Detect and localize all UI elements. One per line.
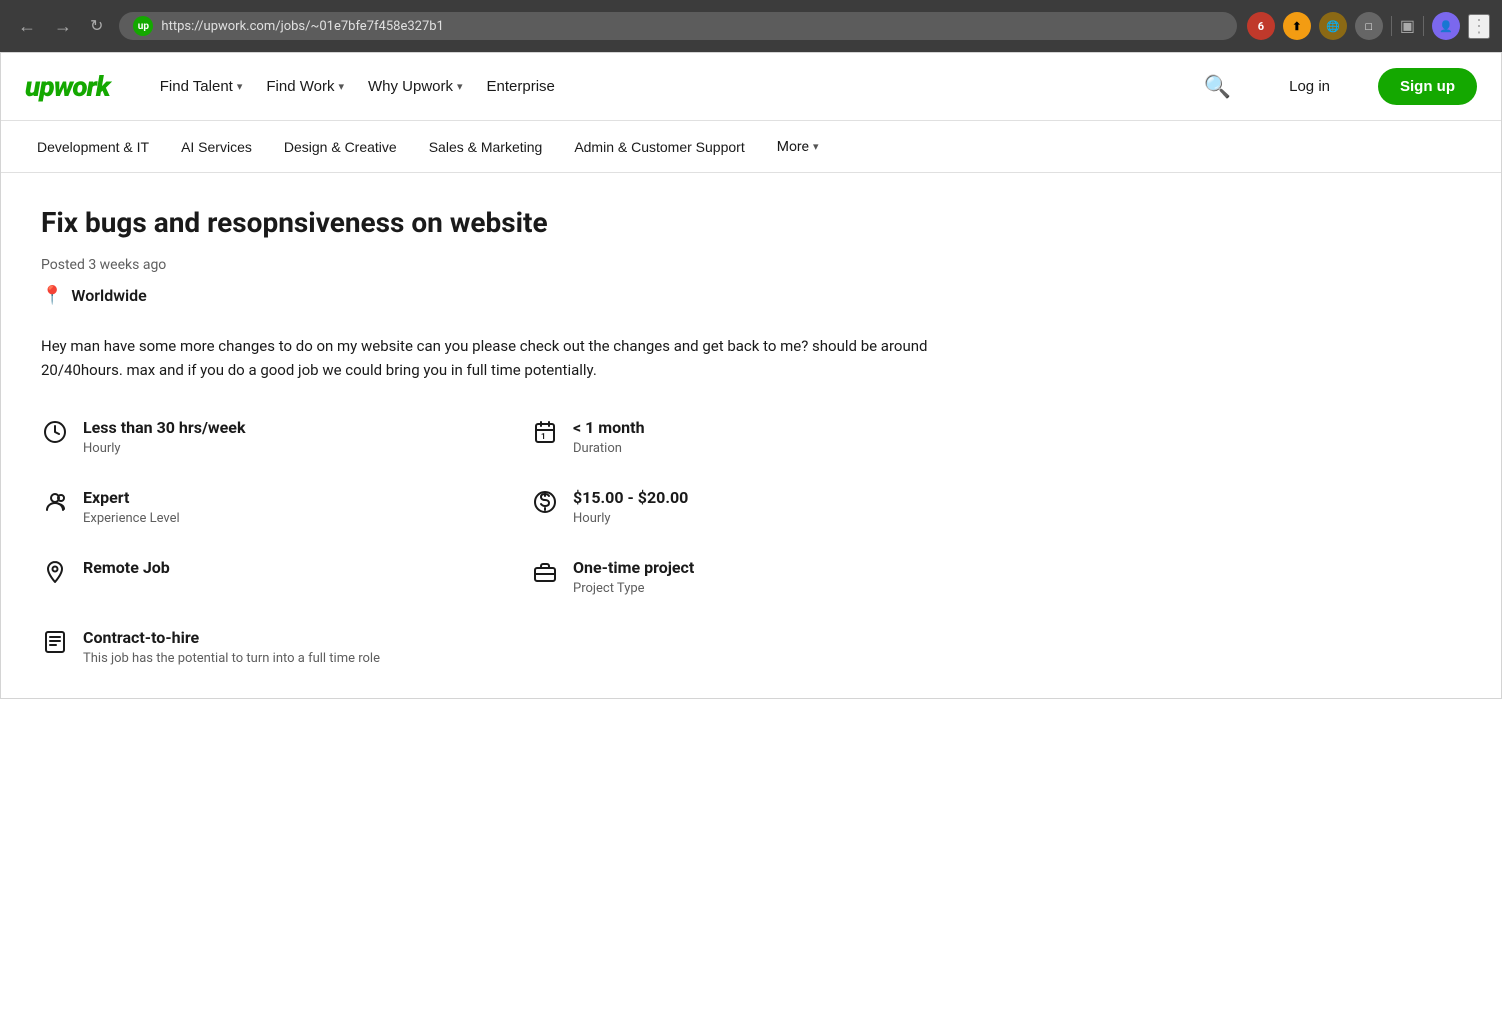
job-details-grid: Less than 30 hrs/week Hourly 1 < 1 m	[41, 418, 941, 665]
job-content: Fix bugs and resopnsiveness on website P…	[1, 173, 1301, 698]
detail-project-type-content: One-time project Project Type	[573, 558, 694, 596]
find-work-chevron: ▾	[338, 80, 344, 93]
expert-icon	[41, 490, 69, 520]
money-icon	[531, 490, 559, 520]
category-more[interactable]: More ▾	[765, 133, 831, 161]
detail-remote-content: Remote Job	[83, 558, 170, 579]
why-upwork-nav[interactable]: Why Upwork ▾	[358, 72, 473, 101]
nav-links: Find Talent ▾ Find Work ▾ Why Upwork ▾ E…	[150, 72, 565, 101]
browser-extensions: 6 ⬆ 🌐 □ ▣ 👤 ⋮	[1247, 12, 1490, 40]
calendar-icon: 1	[531, 420, 559, 450]
detail-duration-sub: Duration	[573, 441, 645, 456]
detail-contract-main: Contract-to-hire	[83, 628, 380, 649]
signup-button[interactable]: Sign up	[1378, 68, 1477, 105]
detail-hours: Less than 30 hrs/week Hourly	[41, 418, 451, 456]
profile-avatar[interactable]: 👤	[1432, 12, 1460, 40]
clock-icon	[41, 420, 69, 450]
address-bar[interactable]: up https://upwork.com/jobs/~01e7bfe7f458…	[119, 12, 1236, 40]
svg-text:1: 1	[541, 432, 546, 441]
category-bar: Development & IT AI Services Design & Cr…	[1, 121, 1501, 173]
login-button[interactable]: Log in	[1273, 70, 1346, 103]
browser-nav-buttons: ← → ↻	[12, 14, 109, 39]
why-upwork-chevron: ▾	[457, 80, 463, 93]
detail-experience-sub: Experience Level	[83, 511, 180, 526]
site-badge: up	[133, 16, 153, 36]
more-chevron: ▾	[813, 140, 819, 153]
category-admin-support[interactable]: Admin & Customer Support	[562, 133, 756, 161]
location-icon: 📍	[41, 285, 63, 306]
main-navbar: upwork Find Talent ▾ Find Work ▾ Why Upw…	[1, 53, 1501, 121]
upwork-logo[interactable]: upwork	[25, 70, 110, 103]
detail-hours-main: Less than 30 hrs/week	[83, 418, 245, 439]
browser-chrome: ← → ↻ up https://upwork.com/jobs/~01e7bf…	[0, 0, 1502, 52]
url-text: https://upwork.com/jobs/~01e7bfe7f458e32…	[161, 19, 1222, 34]
location-text: Worldwide	[71, 286, 146, 305]
ext-badge-brown[interactable]: 🌐	[1319, 12, 1347, 40]
search-button[interactable]: 🔍	[1194, 68, 1241, 106]
forward-button[interactable]: →	[48, 14, 78, 39]
detail-experience-content: Expert Experience Level	[83, 488, 180, 526]
posted-time: Posted 3 weeks ago	[41, 257, 1261, 273]
detail-hours-sub: Hourly	[83, 441, 245, 456]
detail-contract-sub: This job has the potential to turn into …	[83, 651, 380, 666]
category-ai-services[interactable]: AI Services	[169, 133, 264, 161]
detail-contract-content: Contract-to-hire This job has the potent…	[83, 628, 380, 666]
back-button[interactable]: ←	[12, 14, 42, 39]
detail-project-type-main: One-time project	[573, 558, 694, 579]
detail-duration-main: < 1 month	[573, 418, 645, 439]
ext-divider-2	[1423, 16, 1424, 36]
site-wrapper: upwork Find Talent ▾ Find Work ▾ Why Upw…	[0, 52, 1502, 699]
job-title: Fix bugs and resopnsiveness on website	[41, 205, 1261, 241]
detail-rate: $15.00 - $20.00 Hourly	[531, 488, 941, 526]
sidebar-toggle-button[interactable]: ▣	[1400, 16, 1415, 36]
detail-experience-main: Expert	[83, 488, 180, 509]
detail-rate-sub: Hourly	[573, 511, 688, 526]
detail-rate-main: $15.00 - $20.00	[573, 488, 688, 509]
ext-divider	[1391, 16, 1392, 36]
category-dev-it[interactable]: Development & IT	[25, 133, 161, 161]
document-icon	[41, 630, 69, 660]
briefcase-icon	[531, 560, 559, 590]
detail-remote-main: Remote Job	[83, 558, 170, 579]
find-talent-nav[interactable]: Find Talent ▾	[150, 72, 253, 101]
browser-menu-button[interactable]: ⋮	[1468, 14, 1490, 39]
remote-location-icon	[41, 560, 69, 590]
detail-experience: Expert Experience Level	[41, 488, 451, 526]
category-sales-marketing[interactable]: Sales & Marketing	[417, 133, 555, 161]
detail-duration: 1 < 1 month Duration	[531, 418, 941, 456]
detail-hours-content: Less than 30 hrs/week Hourly	[83, 418, 245, 456]
enterprise-nav[interactable]: Enterprise	[477, 72, 565, 101]
detail-project-type-sub: Project Type	[573, 581, 694, 596]
detail-contract: Contract-to-hire This job has the potent…	[41, 628, 451, 666]
refresh-button[interactable]: ↻	[84, 14, 109, 38]
location-row: 📍 Worldwide	[41, 285, 1261, 306]
ext-badge-gray[interactable]: □	[1355, 12, 1383, 40]
detail-duration-content: < 1 month Duration	[573, 418, 645, 456]
job-description: Hey man have some more changes to do on …	[41, 334, 941, 382]
detail-rate-content: $15.00 - $20.00 Hourly	[573, 488, 688, 526]
find-talent-chevron: ▾	[237, 80, 243, 93]
ext-badge-yellow[interactable]: ⬆	[1283, 12, 1311, 40]
ext-badge-red[interactable]: 6	[1247, 12, 1275, 40]
find-work-nav[interactable]: Find Work ▾	[256, 72, 354, 101]
category-design-creative[interactable]: Design & Creative	[272, 133, 409, 161]
detail-project-type: One-time project Project Type	[531, 558, 941, 596]
detail-remote: Remote Job	[41, 558, 451, 596]
